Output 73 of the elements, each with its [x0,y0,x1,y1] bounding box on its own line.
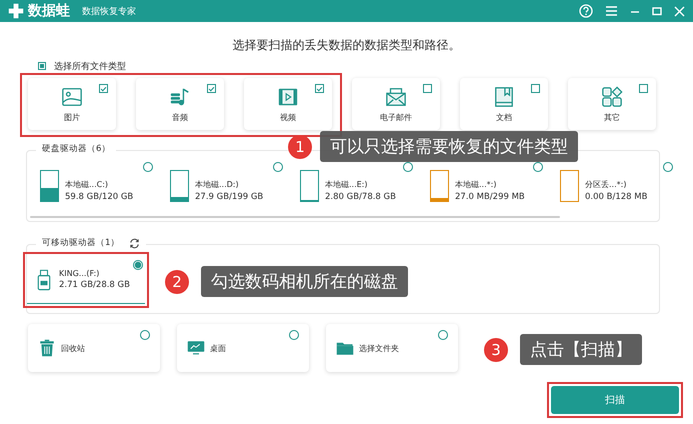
file-type-label: 音频 [172,112,188,122]
drive-item[interactable]: 本地磁...D:) 27.9 GB/199 GB [170,162,300,202]
maximize-icon[interactable] [652,6,662,16]
file-type-label: 其它 [604,112,620,122]
file-type-card[interactable]: 文档 [460,78,548,130]
select-all-label: 选择所有文件类型 [54,60,126,72]
removable-drive-item[interactable]: KING...(F:) 2.71 GB/28.8 GB [27,256,145,304]
grid-icon [601,86,623,108]
location-radio[interactable] [289,330,299,340]
step-number-badge: 3 [484,338,508,362]
file-type-label: 电子邮件 [380,112,412,122]
drive-capacity: 2.71 GB/28.8 GB [59,280,130,290]
cross-logo-icon [8,3,24,19]
file-type-card[interactable]: 图片 [28,78,116,130]
location-radio[interactable] [438,330,448,340]
drive-capacity: 0.00 B/128 MB [585,192,648,202]
location-radio[interactable] [140,330,150,340]
location-label: 桌面 [210,342,226,354]
location-label: 选择文件夹 [359,342,399,354]
close-icon[interactable] [674,6,685,16]
location-card[interactable]: 选择文件夹 [326,324,458,372]
file-type-checkbox[interactable] [315,84,324,93]
drive-name: 分区丢...*:) [585,179,628,190]
book-icon [493,86,515,108]
location-card[interactable]: 桌面 [177,324,309,372]
file-type-checkbox[interactable] [207,84,216,93]
help-icon[interactable] [579,4,593,18]
file-type-card[interactable]: 电子邮件 [352,78,440,130]
app-subtitle: 数据恢复专家 [82,6,136,18]
file-type-checkbox[interactable] [423,84,432,93]
file-type-card[interactable]: 音频 [136,78,224,130]
drive-capacity: 27.0 MB/299 MB [455,192,525,202]
file-type-card[interactable]: 其它 [568,78,656,130]
location-card[interactable]: 回收站 [28,324,160,372]
drive-radio[interactable] [663,162,673,172]
page-heading: 选择要扫描的丢失数据的数据类型和路径。 [232,37,462,54]
monitor-icon [187,339,205,357]
drive-name: 本地磁...*:) [455,179,498,190]
menu-icon[interactable] [605,5,618,17]
hard-drive-section-title: 硬盘驱动器（6） [36,143,116,155]
callout-tooltip: 可以只选择需要恢复的文件类型 [320,131,578,162]
drive-radio[interactable] [143,162,153,172]
app-logo-text: 数据蛙 [28,2,70,20]
drive-name: 本地磁...D:) [195,179,240,190]
trash-icon [38,339,56,357]
file-type-checkbox[interactable] [531,84,540,93]
step-number-badge: 1 [288,134,312,158]
drive-name: 本地磁...C:) [65,179,110,190]
drive-name: KING...(F:) [59,269,100,278]
file-type-label: 文档 [496,112,512,122]
step-number-badge: 2 [165,270,189,294]
file-type-checkbox[interactable] [639,84,648,93]
file-type-label: 图片 [64,112,80,122]
drive-radio[interactable] [273,162,283,172]
select-all-checkbox[interactable] [38,62,46,70]
file-type-label: 视频 [280,112,296,122]
usb-drive-icon [37,268,51,290]
callout-tooltip: 勾选数码相机所在的磁盘 [201,266,408,297]
file-type-checkbox[interactable] [99,84,108,93]
drive-capacity: 59.8 GB/120 GB [65,192,134,202]
removable-drive-section-title: 可移动驱动器（1） [42,237,120,249]
drive-name: 本地磁...E:) [325,179,368,190]
location-label: 回收站 [61,342,85,354]
refresh-icon[interactable] [129,238,140,248]
drive-capacity: 27.9 GB/199 GB [195,192,264,202]
drive-radio[interactable] [133,260,143,270]
picture-icon [61,86,83,108]
callout-tooltip: 点击【扫描】 [520,334,642,365]
file-type-card[interactable]: 视频 [244,78,332,130]
drive-capacity: 2.80 GB/78.8 GB [325,192,396,202]
drive-item[interactable]: 本地磁...C:) 59.8 GB/120 GB [40,162,170,202]
scrollbar[interactable] [30,216,560,218]
envelope-icon [385,86,407,108]
